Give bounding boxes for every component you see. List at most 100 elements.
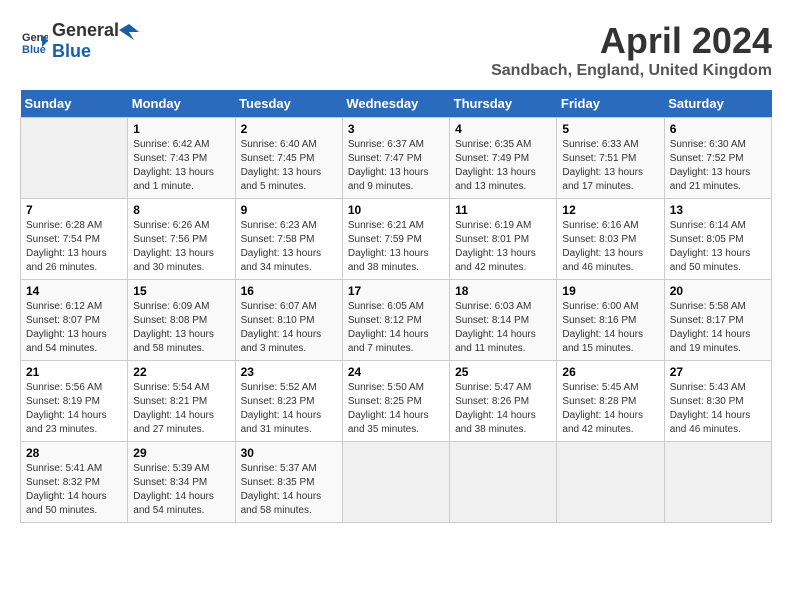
calendar-cell: 30 Sunrise: 5:37 AMSunset: 8:35 PMDayligh… <box>235 442 342 523</box>
calendar-table: SundayMondayTuesdayWednesdayThursdayFrid… <box>20 90 772 523</box>
day-info: Sunrise: 6:19 AMSunset: 8:01 PMDaylight:… <box>455 219 551 275</box>
day-info: Sunrise: 5:37 AMSunset: 8:35 PMDaylight:… <box>241 462 337 518</box>
week-row-2: 7 Sunrise: 6:28 AMSunset: 7:54 PMDaylight… <box>21 199 772 280</box>
day-info: Sunrise: 6:09 AMSunset: 8:08 PMDaylight:… <box>133 300 229 356</box>
day-info: Sunrise: 5:54 AMSunset: 8:21 PMDaylight:… <box>133 381 229 437</box>
day-number: 4 <box>455 122 551 136</box>
calendar-cell: 6Sunrise: 6:30 AMSunset: 7:52 PMDaylight… <box>664 118 771 199</box>
day-info: Sunrise: 6:07 AMSunset: 8:10 PMDaylight:… <box>241 300 337 356</box>
calendar-cell <box>450 442 557 523</box>
day-info: Sunrise: 5:43 AMSunset: 8:30 PMDaylight:… <box>670 381 766 437</box>
day-info: Sunrise: 6:03 AMSunset: 8:14 PMDaylight:… <box>455 300 551 356</box>
calendar-cell <box>342 442 449 523</box>
calendar-cell: 20 Sunrise: 5:58 AMSunset: 8:17 PMDayligh… <box>664 280 771 361</box>
calendar-cell: 23Sunrise: 5:52 AMSunset: 8:23 PMDayligh… <box>235 361 342 442</box>
day-number: 16 <box>241 284 337 298</box>
calendar-cell: 14 Sunrise: 6:12 AMSunset: 8:07 PMDayligh… <box>21 280 128 361</box>
day-info: Sunrise: 6:14 AMSunset: 8:05 PMDaylight:… <box>670 219 766 275</box>
calendar-cell: 21 Sunrise: 5:56 AMSunset: 8:19 PMDayligh… <box>21 361 128 442</box>
day-info: Sunrise: 6:35 AMSunset: 7:49 PMDaylight:… <box>455 138 551 194</box>
days-header-row: SundayMondayTuesdayWednesdayThursdayFrid… <box>21 90 772 118</box>
day-number: 3 <box>348 122 444 136</box>
calendar-cell: 12 Sunrise: 6:16 AMSunset: 8:03 PMDayligh… <box>557 199 664 280</box>
calendar-cell <box>557 442 664 523</box>
day-info: Sunrise: 6:21 AMSunset: 7:59 PMDaylight:… <box>348 219 444 275</box>
calendar-cell: 28 Sunrise: 5:41 AMSunset: 8:32 PMDayligh… <box>21 442 128 523</box>
day-header-monday: Monday <box>128 90 235 118</box>
day-header-sunday: Sunday <box>21 90 128 118</box>
main-title: April 2024 <box>491 20 772 62</box>
day-number: 12 <box>562 203 658 217</box>
logo-general-text: General <box>52 20 119 41</box>
calendar-cell <box>21 118 128 199</box>
day-number: 29 <box>133 446 229 460</box>
calendar-cell <box>664 442 771 523</box>
day-number: 26 <box>562 365 658 379</box>
week-row-4: 21 Sunrise: 5:56 AMSunset: 8:19 PMDayligh… <box>21 361 772 442</box>
day-info: Sunrise: 6:30 AMSunset: 7:52 PMDaylight:… <box>670 138 766 194</box>
day-number: 25 <box>455 365 551 379</box>
calendar-cell: 27 Sunrise: 5:43 AMSunset: 8:30 PMDayligh… <box>664 361 771 442</box>
day-header-thursday: Thursday <box>450 90 557 118</box>
day-info: Sunrise: 6:42 AMSunset: 7:43 PMDaylight:… <box>133 138 229 194</box>
day-number: 19 <box>562 284 658 298</box>
day-number: 30 <box>241 446 337 460</box>
day-header-friday: Friday <box>557 90 664 118</box>
day-info: Sunrise: 5:45 AMSunset: 8:28 PMDaylight:… <box>562 381 658 437</box>
day-number: 7 <box>26 203 122 217</box>
day-info: Sunrise: 5:58 AMSunset: 8:17 PMDaylight:… <box>670 300 766 356</box>
day-info: Sunrise: 6:16 AMSunset: 8:03 PMDaylight:… <box>562 219 658 275</box>
day-info: Sunrise: 5:41 AMSunset: 8:32 PMDaylight:… <box>26 462 122 518</box>
calendar-cell: 4 Sunrise: 6:35 AMSunset: 7:49 PMDaylight… <box>450 118 557 199</box>
calendar-cell: 25 Sunrise: 5:47 AMSunset: 8:26 PMDayligh… <box>450 361 557 442</box>
calendar-cell: 24Sunrise: 5:50 AMSunset: 8:25 PMDayligh… <box>342 361 449 442</box>
day-info: Sunrise: 5:39 AMSunset: 8:34 PMDaylight:… <box>133 462 229 518</box>
day-number: 20 <box>670 284 766 298</box>
day-info: Sunrise: 5:47 AMSunset: 8:26 PMDaylight:… <box>455 381 551 437</box>
calendar-cell: 13Sunrise: 6:14 AMSunset: 8:05 PMDayligh… <box>664 199 771 280</box>
day-number: 17 <box>348 284 444 298</box>
calendar-cell: 2Sunrise: 6:40 AMSunset: 7:45 PMDaylight… <box>235 118 342 199</box>
calendar-cell: 7 Sunrise: 6:28 AMSunset: 7:54 PMDaylight… <box>21 199 128 280</box>
day-number: 14 <box>26 284 122 298</box>
day-info: Sunrise: 5:56 AMSunset: 8:19 PMDaylight:… <box>26 381 122 437</box>
calendar-cell: 10 Sunrise: 6:21 AMSunset: 7:59 PMDayligh… <box>342 199 449 280</box>
logo-icon: General Blue <box>20 27 48 55</box>
header: General Blue General Blue April 2024 San… <box>20 20 772 80</box>
day-info: Sunrise: 6:33 AMSunset: 7:51 PMDaylight:… <box>562 138 658 194</box>
calendar-cell: 22 Sunrise: 5:54 AMSunset: 8:21 PMDayligh… <box>128 361 235 442</box>
day-number: 27 <box>670 365 766 379</box>
logo: General Blue General Blue <box>20 20 141 62</box>
day-number: 18 <box>455 284 551 298</box>
week-row-1: 1 Sunrise: 6:42 AMSunset: 7:43 PMDaylight… <box>21 118 772 199</box>
day-number: 5 <box>562 122 658 136</box>
logo-blue-text: Blue <box>52 41 91 61</box>
calendar-cell: 29 Sunrise: 5:39 AMSunset: 8:34 PMDayligh… <box>128 442 235 523</box>
day-number: 21 <box>26 365 122 379</box>
day-number: 1 <box>133 122 229 136</box>
day-info: Sunrise: 6:12 AMSunset: 8:07 PMDaylight:… <box>26 300 122 356</box>
day-header-tuesday: Tuesday <box>235 90 342 118</box>
day-info: Sunrise: 6:37 AMSunset: 7:47 PMDaylight:… <box>348 138 444 194</box>
day-number: 28 <box>26 446 122 460</box>
calendar-cell: 1 Sunrise: 6:42 AMSunset: 7:43 PMDaylight… <box>128 118 235 199</box>
day-number: 15 <box>133 284 229 298</box>
day-info: Sunrise: 6:28 AMSunset: 7:54 PMDaylight:… <box>26 219 122 275</box>
calendar-cell: 9Sunrise: 6:23 AMSunset: 7:58 PMDaylight… <box>235 199 342 280</box>
calendar-cell: 26 Sunrise: 5:45 AMSunset: 8:28 PMDayligh… <box>557 361 664 442</box>
day-number: 22 <box>133 365 229 379</box>
calendar-cell: 8Sunrise: 6:26 AMSunset: 7:56 PMDaylight… <box>128 199 235 280</box>
week-row-5: 28 Sunrise: 5:41 AMSunset: 8:32 PMDayligh… <box>21 442 772 523</box>
day-info: Sunrise: 6:00 AMSunset: 8:16 PMDaylight:… <box>562 300 658 356</box>
day-number: 10 <box>348 203 444 217</box>
title-area: April 2024 Sandbach, England, United Kin… <box>491 20 772 80</box>
subtitle: Sandbach, England, United Kingdom <box>491 62 772 80</box>
logo-bird-icon <box>119 22 141 40</box>
day-info: Sunrise: 5:52 AMSunset: 8:23 PMDaylight:… <box>241 381 337 437</box>
calendar-cell: 3 Sunrise: 6:37 AMSunset: 7:47 PMDaylight… <box>342 118 449 199</box>
calendar-cell: 19 Sunrise: 6:00 AMSunset: 8:16 PMDayligh… <box>557 280 664 361</box>
day-header-wednesday: Wednesday <box>342 90 449 118</box>
day-number: 24 <box>348 365 444 379</box>
day-header-saturday: Saturday <box>664 90 771 118</box>
day-number: 8 <box>133 203 229 217</box>
